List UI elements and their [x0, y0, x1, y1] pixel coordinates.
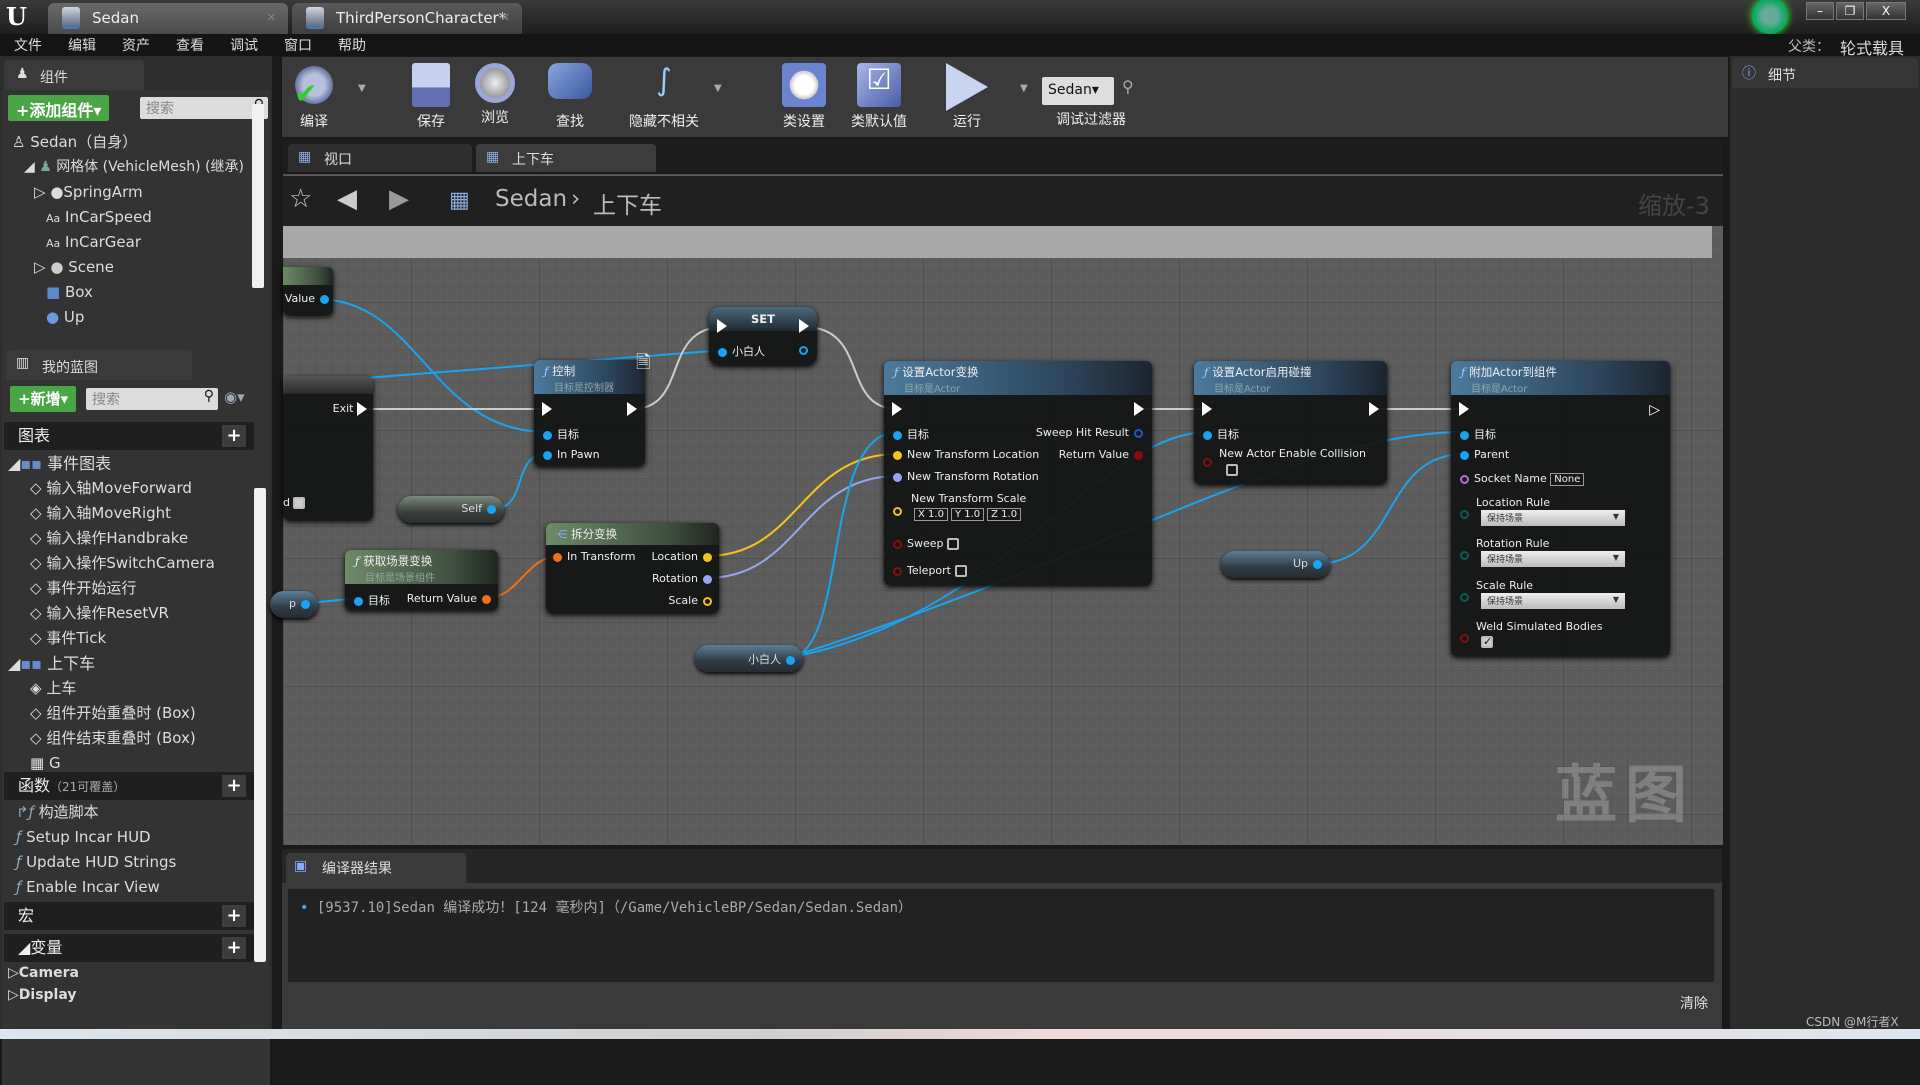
pin-object[interactable] — [543, 450, 552, 460]
pin-object-out[interactable] — [799, 345, 808, 355]
exec-out-pin[interactable] — [627, 402, 637, 416]
pin-object[interactable] — [1313, 559, 1322, 569]
node-possess[interactable]: ƒ 控制 目标是控制器 🗎 目标 In Pawn — [534, 352, 650, 466]
pin-name[interactable] — [1460, 474, 1469, 484]
taskbar-strip — [0, 1029, 1920, 1039]
exec-out-pin[interactable] — [1369, 402, 1379, 416]
node-input-axis[interactable]: Value — [283, 267, 333, 315]
socket-name-field[interactable]: None — [1550, 473, 1585, 486]
enable-collision-checkbox[interactable] — [1226, 464, 1238, 476]
wire-location — [705, 453, 899, 557]
function-icon: ƒ — [1204, 365, 1209, 379]
node-self[interactable]: Self — [398, 496, 504, 523]
rotation-rule-dropdown[interactable]: 保持场景 — [1481, 551, 1625, 567]
node-up-variable[interactable]: Up — [1221, 551, 1330, 578]
scale-rule-dropdown[interactable]: 保持场景 — [1481, 593, 1625, 609]
compiler-log: • [9537.10]Sedan 编译成功！[124 毫秒内]（/Game/Ve… — [288, 889, 1714, 982]
pin-object[interactable] — [354, 596, 363, 606]
exec-in-pin[interactable] — [717, 319, 727, 333]
break-icon: ⋲ — [556, 527, 568, 541]
teleport-checkbox[interactable] — [954, 565, 967, 577]
scale-x-field[interactable]: X 1.0 — [914, 508, 948, 521]
credit-watermark: CSDN @M行者X — [1806, 1015, 1899, 1029]
location-rule-dropdown[interactable]: 保持场景 — [1481, 510, 1625, 526]
pin-bool[interactable] — [893, 566, 902, 576]
pin-rotator[interactable] — [893, 472, 902, 482]
weld-checkbox[interactable]: ✓ — [1481, 636, 1493, 648]
exec-in-pin[interactable] — [892, 402, 902, 416]
wire-object-to-set — [339, 349, 726, 381]
pin-vector[interactable] — [893, 506, 902, 516]
exec-in-pin[interactable] — [1459, 402, 1469, 416]
pin-enum[interactable] — [1460, 550, 1469, 560]
function-icon: ƒ — [1461, 365, 1466, 379]
pin-transform[interactable] — [553, 552, 562, 562]
compiler-results-tab[interactable]: ▣ 编译器结果 — [286, 853, 466, 883]
exec-out-pin[interactable] — [799, 319, 809, 333]
pin-object[interactable] — [1203, 430, 1212, 440]
checkbox[interactable] — [293, 497, 306, 509]
exec-in-pin[interactable] — [1202, 402, 1212, 416]
node-break-transform[interactable]: ⋲ 拆分变换 In Transform Location Rotation Sc… — [546, 523, 719, 613]
node-exit-event[interactable]: Exit d — [283, 376, 373, 520]
pin-object[interactable] — [301, 599, 310, 609]
exec-in-pin[interactable] — [542, 402, 552, 416]
node-xiaobairen-variable[interactable]: 小白人 — [695, 645, 803, 672]
exec-out-pin[interactable] — [1134, 402, 1144, 416]
latent-server-icon: 🗎 — [636, 352, 651, 373]
node-set-actor-enable-collision[interactable]: ƒ 设置Actor启用碰撞 目标是Actor 目标 New Actor Enable… — [1194, 361, 1387, 484]
pin-enum[interactable] — [1460, 592, 1469, 602]
exec-pin[interactable] — [357, 402, 367, 416]
pin-object[interactable] — [718, 347, 727, 357]
pin-enum[interactable] — [1460, 509, 1469, 519]
wire-xbr-target1 — [786, 431, 899, 659]
pin-object[interactable] — [543, 430, 552, 440]
pin-object[interactable] — [320, 294, 329, 304]
pin-bool[interactable] — [893, 539, 902, 549]
node-get-world-transform[interactable]: ƒ 获取场景变换 目标是场景组件 目标 Return Value — [345, 550, 498, 610]
wire-rotation — [705, 475, 899, 579]
pin-rotator[interactable] — [703, 574, 712, 584]
pin-struct[interactable] — [1134, 428, 1143, 438]
pin-object[interactable] — [1460, 450, 1469, 460]
function-icon: ƒ — [894, 365, 899, 379]
info-bullet-icon: • — [300, 900, 309, 916]
function-icon: ƒ — [355, 554, 360, 568]
exec-out-pin-unconnected[interactable]: ▷ — [1649, 402, 1660, 418]
pin-transform[interactable] — [482, 594, 491, 604]
scale-z-field[interactable]: Z 1.0 — [987, 508, 1022, 521]
pin-bool[interactable] — [1203, 457, 1212, 467]
pin-object[interactable] — [786, 655, 795, 665]
compiler-icon: ▣ — [294, 858, 308, 874]
pin-object[interactable] — [893, 430, 902, 440]
clear-button[interactable]: 清除 — [1680, 993, 1708, 1013]
log-message: [9537.10]Sedan 编译成功！[124 毫秒内]（/Game/Vehi… — [316, 900, 913, 916]
node-set-actor-transform[interactable]: ƒ 设置Actor变换 目标是Actor 目标 Sweep Hit Result N… — [884, 361, 1152, 585]
pin-bool[interactable] — [1460, 633, 1469, 643]
pin-bool[interactable] — [1134, 450, 1143, 460]
pin-vector[interactable] — [703, 552, 712, 562]
pin-vector[interactable] — [703, 596, 712, 606]
node-set-variable[interactable]: SET 小白人 — [709, 307, 817, 365]
pin-vector[interactable] — [893, 450, 902, 460]
function-icon: ƒ — [544, 364, 549, 378]
scale-y-field[interactable]: Y 1.0 — [950, 508, 985, 521]
pin-object[interactable] — [1460, 430, 1469, 440]
node-p-variable[interactable]: p — [270, 591, 318, 618]
node-attach-actor-to-component[interactable]: ƒ 附加Actor到组件 目标是Actor ▷ 目标 Parent Socket N… — [1451, 361, 1670, 656]
sweep-checkbox[interactable] — [947, 538, 959, 550]
pin-object[interactable] — [487, 504, 496, 514]
